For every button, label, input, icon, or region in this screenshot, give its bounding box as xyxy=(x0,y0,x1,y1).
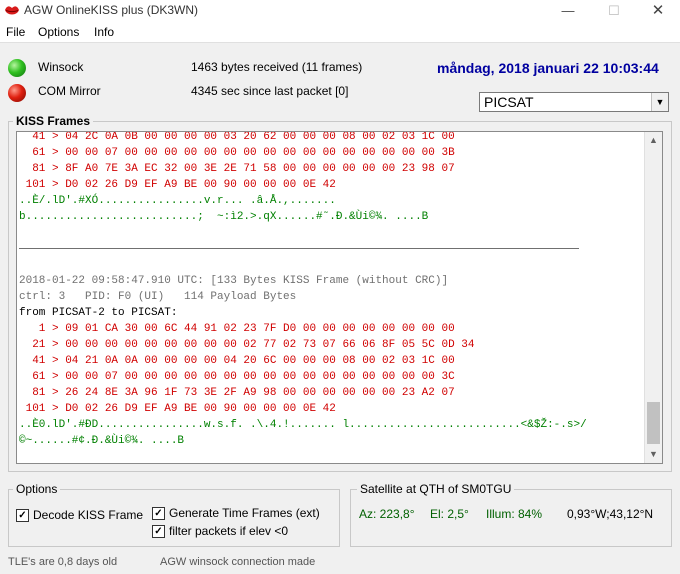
decode-kiss-checkbox[interactable]: ✓ xyxy=(16,509,29,522)
com-mirror-status-led xyxy=(8,84,26,102)
satellite-select[interactable]: PICSAT ▼ xyxy=(479,92,669,112)
kiss-frames-text: 41 > 04 2C 0A 0B 00 00 00 00 03 20 62 00… xyxy=(19,131,643,463)
menu-options[interactable]: Options xyxy=(38,25,79,39)
kiss-line: 41 > 04 21 0A 0A 00 00 00 00 04 20 6C 00… xyxy=(19,355,455,367)
tle-age-status: TLE's are 0,8 days old xyxy=(8,556,118,568)
kiss-line: ..È0.lD'.#ÐD................w.s.f. .\.4.… xyxy=(19,419,587,431)
filter-packets-label: filter packets if elev <0 xyxy=(169,524,289,538)
satellite-coordinates: 0,93°W;43,12°N xyxy=(567,507,654,521)
options-title: Options xyxy=(13,482,61,496)
kiss-frames-log[interactable]: 41 > 04 2C 0A 0B 00 00 00 00 03 20 62 00… xyxy=(16,131,663,464)
lips-app-icon xyxy=(5,6,19,15)
connection-status: AGW winsock connection made xyxy=(160,556,316,568)
winsock-status-led xyxy=(8,59,26,77)
kiss-frames-title: KISS Frames xyxy=(13,114,94,128)
kiss-line: b..........................; ~:ì2.>.qX..… xyxy=(19,211,429,223)
kiss-line: 101 > D0 02 26 D9 EF A9 BE 00 90 00 00 0… xyxy=(19,403,336,415)
menu-file[interactable]: File xyxy=(6,25,25,39)
kiss-line: 61 > 00 00 07 00 00 00 00 00 00 00 00 00… xyxy=(19,147,455,159)
title-bar: AGW OnlineKISS plus (DK3WN) — ☐ ✕ xyxy=(0,0,680,22)
generate-time-checkbox[interactable]: ✓ xyxy=(152,507,165,520)
kiss-line: ©~......#¢.Ð.&Ùi©¾. ....B xyxy=(19,435,185,447)
maximize-button[interactable]: ☐ xyxy=(592,0,636,22)
scroll-thumb[interactable] xyxy=(647,402,660,444)
minimize-button[interactable]: — xyxy=(546,0,590,22)
kiss-line: 81 > 8F A0 7E 3A EC 32 00 3E 2E 71 58 00… xyxy=(19,163,455,175)
kiss-line: ..È/.lD'.#XÓ................v.r... .â.Å.… xyxy=(19,195,336,207)
com-mirror-label: COM Mirror xyxy=(38,84,101,98)
kiss-line: ctrl: 3 PID: F0 (UI) 114 Payload Bytes xyxy=(19,291,297,303)
winsock-info: 1463 bytes received (11 frames) xyxy=(191,60,363,74)
kiss-line: 81 > 26 24 8E 3A 96 1F 73 3E 2F A9 98 00… xyxy=(19,387,455,399)
kiss-line: 2018-01-22 09:58:47.910 UTC: [133 Bytes … xyxy=(19,275,449,287)
kiss-line: 21 > 00 00 00 00 00 00 00 00 00 02 77 02… xyxy=(19,339,475,351)
chevron-down-icon[interactable]: ▼ xyxy=(651,93,668,111)
generate-time-label: Generate Time Frames (ext) xyxy=(169,506,320,520)
winsock-label: Winsock xyxy=(38,60,84,74)
kiss-line: 1 > 09 01 CA 30 00 6C 44 91 02 23 7F D0 … xyxy=(19,323,455,335)
satellite-azimuth: Az: 223,8° xyxy=(359,507,415,521)
kiss-line: 41 > 04 2C 0A 0B 00 00 00 00 03 20 62 00… xyxy=(19,131,455,143)
com-mirror-info: 4345 sec since last packet [0] xyxy=(191,84,349,98)
kiss-line: 101 > D0 02 26 D9 EF A9 BE 00 90 00 00 0… xyxy=(19,179,336,191)
kiss-scrollbar[interactable]: ▲ ▼ xyxy=(644,132,662,463)
kiss-line: 61 > 00 00 07 00 00 00 00 00 00 00 00 00… xyxy=(19,371,455,383)
satellite-elevation: El: 2,5° xyxy=(430,507,469,521)
frame-separator xyxy=(19,241,643,257)
scroll-up-icon[interactable]: ▲ xyxy=(645,132,662,149)
satellite-title: Satellite at QTH of SM0TGU xyxy=(357,482,515,496)
menu-bar: File Options Info xyxy=(0,22,680,43)
menu-info[interactable]: Info xyxy=(94,25,114,39)
current-datetime: måndag, 2018 januari 22 10:03:44 xyxy=(437,60,659,76)
kiss-line: from PICSAT-2 to PICSAT: xyxy=(19,307,178,319)
window-title: AGW OnlineKISS plus (DK3WN) xyxy=(24,3,199,17)
scroll-down-icon[interactable]: ▼ xyxy=(645,446,662,463)
satellite-illumination: Illum: 84% xyxy=(486,507,543,521)
filter-packets-checkbox[interactable]: ✓ xyxy=(152,525,165,538)
satellite-select-value: PICSAT xyxy=(484,94,534,110)
decode-kiss-label: Decode KISS Frame xyxy=(33,508,144,522)
close-button[interactable]: ✕ xyxy=(636,0,680,22)
